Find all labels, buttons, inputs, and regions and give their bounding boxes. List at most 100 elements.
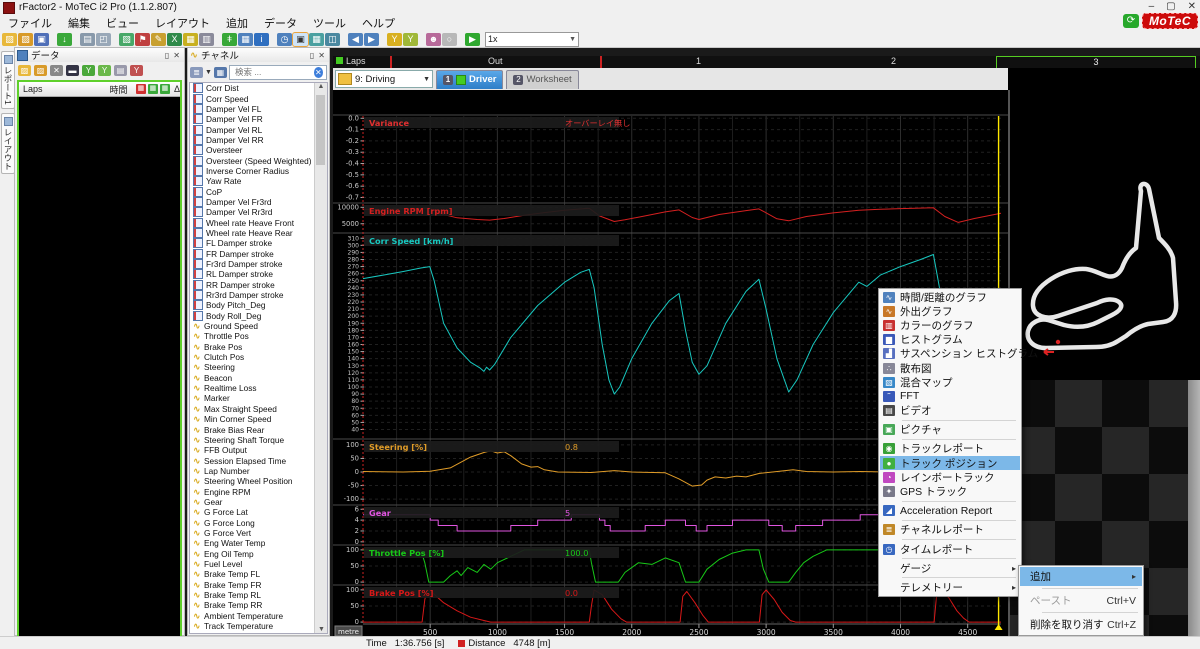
channel-item[interactable]: Fr3rd Damper stroke xyxy=(190,259,327,270)
new-workbook-icon[interactable]: ▨ xyxy=(2,32,17,46)
grid-icon[interactable]: ▦ xyxy=(238,32,253,46)
menu-ヘルプ[interactable]: ヘルプ xyxy=(354,14,403,32)
selected-lap-icon[interactable]: ▦ xyxy=(147,84,158,94)
channel-item[interactable]: ∿ Ground Speed xyxy=(190,321,327,331)
layout-icon[interactable]: ▦ xyxy=(183,32,198,46)
channel-item[interactable]: ∿ Steering xyxy=(190,362,327,372)
channel-item[interactable]: ∿ Throttle Pos xyxy=(190,331,327,341)
beacon-edit-icon[interactable]: ▬ xyxy=(66,64,79,76)
menu-item-time-report-icon[interactable]: ◷ タイムレポート xyxy=(880,542,1020,556)
filter-colors-icon[interactable]: Y xyxy=(403,32,418,46)
channel-item[interactable]: Wheel rate Heave Rear xyxy=(190,227,327,238)
zoom-user-icon[interactable]: ☻ xyxy=(426,32,441,46)
channel-item[interactable]: ∿ Marker xyxy=(190,393,327,403)
channel-item[interactable]: ∿ Realtime Loss xyxy=(190,383,327,393)
excel-export-icon[interactable]: X xyxy=(167,32,182,46)
channel-item[interactable]: ∿ Eng Oil Temp xyxy=(190,548,327,559)
menu-item-histogram-icon[interactable]: ▆ ヒストグラム xyxy=(880,333,1020,347)
menu-item-acceleration-report-icon[interactable]: ◢ Acceleration Report xyxy=(880,504,1020,518)
channel-item[interactable]: ∿ Fuel Level xyxy=(190,559,327,569)
channel-item[interactable]: ∿ G Force Long xyxy=(190,517,327,528)
menu-item-fft-icon[interactable]: ˜ FFT xyxy=(880,389,1020,403)
menu-item-time-distance-graph[interactable]: ∿ 時間/距離のグラフ xyxy=(880,290,1020,304)
channel-item[interactable]: Body Roll_Deg xyxy=(190,310,327,321)
open-icon[interactable]: ▨ xyxy=(18,64,31,76)
menu-item-track-report-icon[interactable]: ◉ トラックレポート xyxy=(880,442,1020,456)
reference-lap-icon[interactable]: ▦ xyxy=(159,84,170,94)
menu-item-gps-track-icon[interactable]: ✦ GPS トラック xyxy=(880,484,1020,498)
menu-item-video-icon[interactable]: ▤ ビデオ xyxy=(880,404,1020,418)
channel-item[interactable]: Damper Vel FL xyxy=(190,103,327,114)
channel-item[interactable]: ∿ Session Elapsed Time xyxy=(190,455,327,466)
group-view-icon[interactable]: ▦ xyxy=(213,66,227,78)
menu-データ[interactable]: データ xyxy=(256,14,305,32)
print-icon[interactable]: ▤ xyxy=(80,32,95,46)
beacon-icon[interactable]: ǂ xyxy=(222,32,237,46)
channel-item[interactable]: ∿ Min Corner Speed xyxy=(190,414,327,424)
fastest-lap-icon[interactable]: ▦ xyxy=(135,84,146,94)
channel-item[interactable]: ∿ Gear xyxy=(190,497,327,507)
menu-ツール[interactable]: ツール xyxy=(305,14,354,32)
column-laps[interactable]: Laps xyxy=(19,84,109,94)
menu-item-ゲージ[interactable]: ゲージ ▸ xyxy=(880,561,1020,575)
pin-icon[interactable]: ▯ xyxy=(310,51,314,60)
pin-icon[interactable]: ▯ xyxy=(165,51,169,60)
channel-item[interactable]: RL Damper stroke xyxy=(190,269,327,280)
channel-item[interactable]: Corr Dist xyxy=(190,83,327,94)
channel-item[interactable]: ∿ Brake Temp RL xyxy=(190,590,327,600)
channel-item[interactable]: ∿ Beacon xyxy=(190,373,327,383)
worksheet-tab-worksheet[interactable]: 2 Worksheet xyxy=(506,69,579,89)
channel-item[interactable]: Corr Speed xyxy=(190,93,327,104)
channel-item[interactable]: ∿ Steering Shaft Torque xyxy=(190,435,327,445)
menu-編集[interactable]: 編集 xyxy=(60,14,98,32)
channel-item[interactable]: Damper Vel Rr3rd xyxy=(190,207,327,218)
channel-item[interactable]: Inverse Corner Radius xyxy=(190,165,327,176)
clear-search-icon[interactable]: ✕ xyxy=(313,66,323,78)
channel-item[interactable]: ∿ G Force Vert xyxy=(190,528,327,538)
channel-item[interactable]: ∿ Eng Water Temp xyxy=(190,538,327,548)
channel-item[interactable]: CoP xyxy=(190,186,327,197)
channel-scrollbar[interactable]: ▲ ▼ xyxy=(314,83,327,633)
channel-item[interactable]: ∿ Brake Bias Rear xyxy=(190,424,327,435)
menu-ファイル[interactable]: ファイル xyxy=(0,14,60,32)
menu-item-ペースト[interactable]: ペースト Ctrl+V xyxy=(1020,591,1142,610)
menu-item-追加[interactable]: 追加 ▸ xyxy=(1020,567,1142,586)
menu-ビュー[interactable]: ビュー xyxy=(98,14,147,32)
open-add-icon[interactable]: ▨ xyxy=(34,64,47,76)
channel-item[interactable]: Rr3rd Damper stroke xyxy=(190,290,327,301)
channel-item[interactable]: ∿ Brake Temp FL xyxy=(190,569,327,579)
menu-item-picture-icon[interactable]: ▣ ピクチャ xyxy=(880,423,1020,437)
column-delta[interactable]: Δ xyxy=(174,84,180,94)
search-input[interactable] xyxy=(232,66,314,78)
channel-item[interactable]: ∿ FFB Output xyxy=(190,445,327,455)
menu-item-scatter-icon[interactable]: ∴ 散布図 xyxy=(880,361,1020,375)
windows-icon[interactable]: ▣ xyxy=(292,31,309,47)
channel-item[interactable]: ∿ G Force Lat xyxy=(190,507,327,517)
channel-item[interactable]: Oversteer (Speed Weighted) xyxy=(190,155,327,166)
channel-item[interactable]: ∿ Steering Wheel Position xyxy=(190,476,327,486)
filter-icon[interactable]: Y xyxy=(387,32,402,46)
channel-item[interactable]: ∿ Brake Temp RR xyxy=(190,600,327,610)
channel-item[interactable]: Oversteer xyxy=(190,145,327,156)
time-mode-icon[interactable]: ◷ xyxy=(277,32,292,46)
channel-item[interactable]: RR Damper stroke xyxy=(190,279,327,290)
flag-icon[interactable]: ⚑ xyxy=(135,32,150,46)
filter-clear-icon[interactable]: Y xyxy=(130,64,143,76)
channel-item[interactable]: ∿ Max Straight Speed xyxy=(190,404,327,414)
side-tab-レイアウト[interactable]: レイアウト xyxy=(1,112,15,175)
close-icon[interactable]: ✕ xyxy=(318,51,325,60)
channel-item[interactable]: Damper Vel Fr3rd xyxy=(190,196,327,207)
sync-icon[interactable]: ⟳ xyxy=(1122,14,1139,28)
menu-追加[interactable]: 追加 xyxy=(218,14,256,32)
menu-レイアウト[interactable]: レイアウト xyxy=(147,14,218,32)
playback-speed-select[interactable]: 1x ▼ xyxy=(485,31,579,47)
channel-item[interactable]: ∿ Engine RPM xyxy=(190,486,327,497)
menu-item-rainbow-track-icon[interactable]: ◔ レインボートラック xyxy=(880,470,1020,484)
list-view-icon[interactable]: ≣ xyxy=(190,66,203,78)
print-preview-icon[interactable]: ◰ xyxy=(96,32,111,46)
menu-item-テレメトリー[interactable]: テレメトリー ▸ xyxy=(880,580,1020,594)
channel-item[interactable]: Damper Vel RR xyxy=(190,134,327,145)
channel-item[interactable]: FL Damper stroke xyxy=(190,238,327,249)
channel-item[interactable]: ∿ Track Temperature xyxy=(190,621,327,631)
channel-item[interactable]: Damper Vel FR xyxy=(190,114,327,125)
